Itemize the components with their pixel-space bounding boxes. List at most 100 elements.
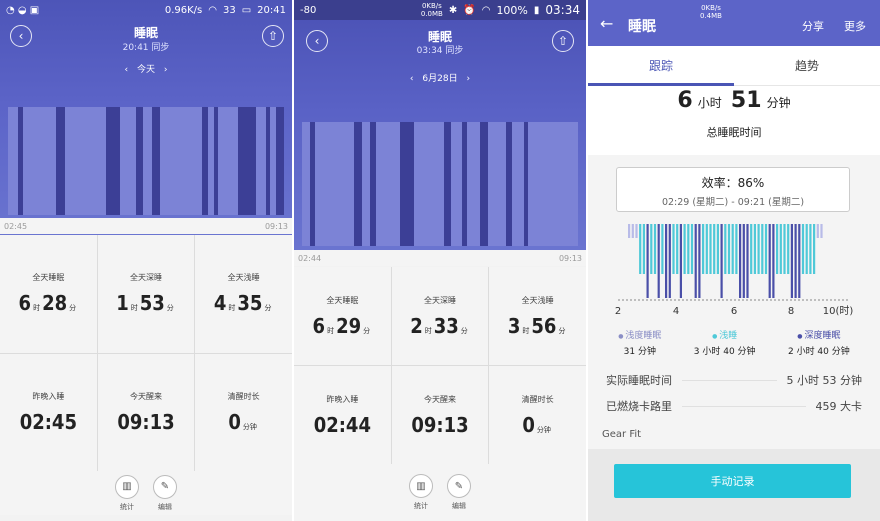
stage-bar [653,224,657,274]
page-title: 睡眠 [133,26,158,40]
stat-cell: 全天睡眠 6 时 28 分 [0,235,97,353]
hours-unit: 时 [228,304,236,313]
bar-chart-icon[interactable]: ▥ [409,474,433,498]
stage-bar [757,224,760,274]
date-navigator[interactable]: ‹ 6月28日 › [294,71,586,84]
stat-value: 0 分钟 [522,413,553,437]
stat-minutes: 35 [237,291,263,316]
legend-item: ● 浅度睡眠 31 分钟 [618,328,661,357]
bar-chart-icon[interactable]: ▥ [115,474,139,499]
deep-sleep-bar [106,107,120,215]
sleep-screen-history: -80 0KB/s 0.0MB ✱ ⏰ ◠ 100% ▮ 03:34 ‹ ⇧ 睡… [294,0,586,521]
more-button[interactable]: 更多 [844,18,866,34]
edit-icon[interactable]: ✎ [447,474,471,498]
stat-number: 0 [522,412,535,437]
tab-trend[interactable]: 趋势 [734,46,880,85]
speed-bottom: 0.0MB [420,10,443,18]
sleep-screen-today: ◔ ◒ ▣ 0.96K/s ◠ 33 ▭ 20:41 ‹ ⇧ 睡眠 20:41 … [0,0,292,521]
legend-value: 3 小时 40 分钟 [693,347,756,357]
status-icons: ◔ ◒ ▣ [6,4,40,16]
toolbar-label: 统计 [414,502,428,510]
actual-sleep-row: 实际睡眠时间 5 小时 53 分钟 [606,372,862,388]
status-bar: ◔ ◒ ▣ 0.96K/s ◠ 33 ▭ 20:41 [0,0,292,20]
end-time: 09:13 [558,253,582,263]
stat-minutes: 56 [531,313,557,338]
legend-name: ● 浅睡 [712,328,737,341]
stage-bar [798,224,801,298]
stat-cell: 全天深睡 2 时 33 分 [391,267,489,365]
chevron-left-icon[interactable]: ‹ [125,65,129,75]
stat-cell: 全天深睡 1 时 53 分 [97,235,195,353]
share-button[interactable]: 分享 [802,18,824,34]
actual-sleep-value: 5 小时 53 分钟 [786,374,863,387]
sleep-timeline [302,122,578,246]
stage-bar [657,224,660,298]
legend-value: 31 分钟 [623,347,656,357]
chevron-right-icon[interactable]: › [466,74,470,84]
legend-value: 2 小时 40 分钟 [787,347,850,357]
deep-sleep-bar [214,107,218,215]
toolbar-bar-chart[interactable]: ▥ 统计 [115,474,139,512]
stat-label: 今天醒来 [423,394,456,404]
deep-sleep-bar [506,122,512,246]
stage-bar [801,224,805,274]
toolbar-edit[interactable]: ✎ 编辑 [447,474,471,511]
deep-sleep-bar [136,107,143,215]
stat-value: 1 时 53 分 [116,291,176,315]
chevron-right-icon[interactable]: › [164,65,168,75]
stat-label: 今天醒来 [129,391,162,401]
tab-bar: 跟踪 趋势 [588,46,880,86]
legend-item: ● 浅睡 3 小时 40 分钟 [694,328,756,357]
toolbar-bar-chart[interactable]: ▥ 统计 [409,474,433,511]
back-arrow-icon[interactable]: ← [600,14,613,33]
stat-unit: 分钟 [242,422,257,431]
stat-value: 2 时 33 分 [410,314,470,338]
legend-name: ● 浅度睡眠 [618,328,661,341]
stage-bar [742,224,745,298]
toolbar-edit[interactable]: ✎ 编辑 [153,474,177,512]
stage-bar [787,224,790,274]
deep-sleep-bar [370,122,376,246]
date-navigator[interactable]: ‹ 今天 › [0,62,292,75]
end-time: 09:13 [264,221,288,231]
manual-record-button[interactable]: 手动记录 [614,464,851,498]
stage-bar [813,224,816,274]
stat-cell: 昨晚入睡 02:45 [0,353,97,471]
wifi-icon: ◠ [481,4,491,16]
date-label: 今天 [136,65,155,75]
hours-unit: 小时 [697,96,722,110]
stage-bar [794,224,797,298]
minutes-unit: 分 [166,304,174,313]
stat-value: 02:44 [314,413,371,437]
stage-bar [683,224,686,274]
axis-tick-label: 2 [615,306,621,317]
stage-bar [764,224,768,274]
stat-cell: 今天醒来 09:13 [391,366,489,464]
minutes-unit: 分 [69,304,77,313]
tab-tracking[interactable]: 跟踪 [588,46,734,86]
deep-sleep-bar [462,122,467,246]
chevron-left-icon[interactable]: ‹ [410,74,414,84]
speed-top: 0KB/s [421,2,442,10]
stage-bar [702,224,705,274]
minutes-unit: 分 [460,326,468,335]
hours-unit: 时 [33,304,41,313]
stat-label: 清醒时长 [521,394,554,404]
stage-bar [642,224,645,274]
stage-bar [676,224,679,274]
deep-sleep-bar [354,122,362,246]
sync-time: 03:34 同步 [416,46,464,56]
network-speed: 0.96K/s [164,4,203,16]
deep-sleep-bar [202,107,208,215]
minutes-unit: 分 [558,326,566,335]
stat-label: 全天睡眠 [326,295,359,305]
stat-label: 全天深睡 [129,273,162,283]
light-sleep-band [302,122,578,246]
stage-bar [679,224,682,298]
edit-icon[interactable]: ✎ [153,474,177,499]
stage-bar [631,224,634,238]
deep-sleep-bar [524,122,528,246]
signal-strength: 33 [222,4,236,16]
sync-time: 20:41 同步 [122,43,170,53]
speed-top: 0KB/s [701,4,721,12]
